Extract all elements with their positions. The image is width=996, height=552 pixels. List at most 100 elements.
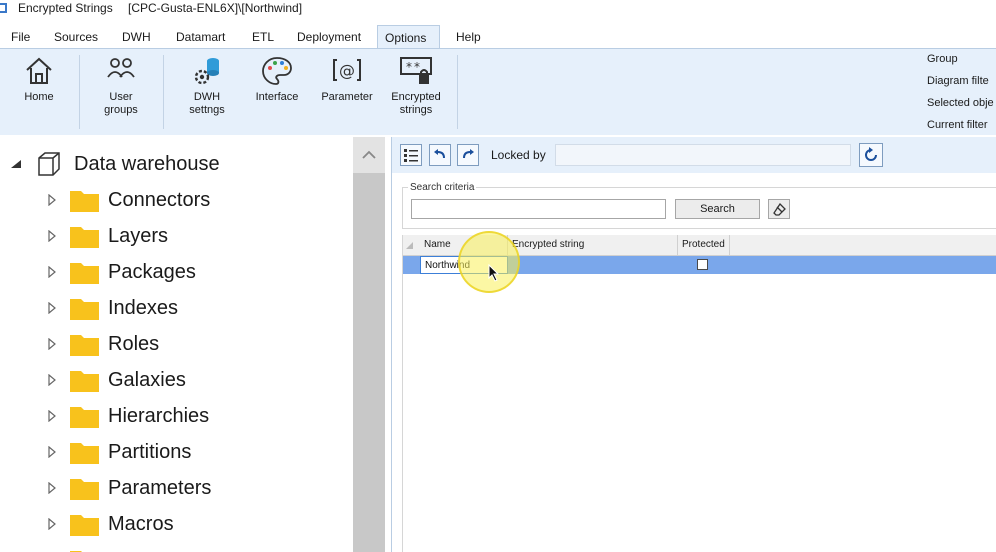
chevron-up-icon: [362, 150, 376, 159]
expand-arrow-icon[interactable]: [48, 446, 56, 458]
expand-arrow-icon[interactable]: [48, 302, 56, 314]
cube-icon: [38, 152, 60, 176]
grid-header: Name Encrypted string Protected: [403, 235, 996, 256]
home-icon: [26, 57, 52, 84]
redo-button[interactable]: [457, 144, 479, 166]
tree-item-label: Hierarchies: [108, 405, 210, 427]
tab-etl[interactable]: ETL: [245, 25, 281, 49]
tab-deployment[interactable]: Deployment: [290, 25, 368, 49]
home-button[interactable]: Home: [17, 55, 61, 104]
interface-button[interactable]: Interface: [252, 55, 302, 104]
folder-icon: [70, 191, 99, 212]
tree-item-label: Indexes: [108, 297, 179, 319]
title-bar: Encrypted Strings [CPC-Gusta-ENL6X]\[Nor…: [0, 0, 996, 22]
encrypted-strings-label: Encrypted strings: [391, 91, 441, 116]
parameter-icon: @: [333, 59, 361, 81]
undo-icon: [434, 149, 445, 159]
encrypted-strings-icon: * *: [400, 57, 432, 84]
eraser-icon: [773, 203, 786, 216]
selected-objects-option[interactable]: Selected obje: [927, 97, 994, 109]
tree-item-label: Partitions: [108, 441, 192, 463]
svg-text:@: @: [339, 61, 355, 80]
ribbon-separator: [457, 55, 458, 129]
tab-dwh[interactable]: DWH: [115, 25, 158, 49]
expand-arrow-icon[interactable]: [48, 482, 56, 494]
expand-arrow-icon[interactable]: [48, 374, 56, 386]
user-groups-label: User groups: [104, 91, 138, 116]
list-view-button[interactable]: [400, 144, 422, 166]
expand-arrow-icon[interactable]: [48, 518, 56, 530]
svg-text:*: *: [406, 60, 412, 74]
column-header-protected[interactable]: Protected: [678, 235, 730, 255]
tree-item-label: Layers: [108, 225, 169, 247]
expand-arrow-icon[interactable]: [48, 230, 56, 242]
parameter-button[interactable]: @ Parameter: [318, 55, 376, 104]
tab-datamart[interactable]: Datamart: [169, 25, 232, 49]
search-input[interactable]: [411, 199, 666, 219]
tree-scrollbar[interactable]: [353, 137, 385, 552]
mouse-pointer-icon: [488, 264, 500, 282]
app-icon: [0, 3, 7, 13]
ribbon: Home User groups DWH settngs Interface @…: [0, 48, 996, 135]
encrypted-strings-panel: Locked by Search criteria Search Name En…: [391, 137, 996, 552]
user-groups-button[interactable]: User groups: [99, 55, 143, 117]
folder-icon: [70, 299, 99, 320]
dwh-settings-button[interactable]: DWH settngs: [183, 55, 231, 117]
user-groups-icon: [107, 58, 135, 78]
locked-by-label: Locked by: [491, 148, 546, 162]
expand-arrow-icon[interactable]: [48, 410, 56, 422]
encrypted-strings-button[interactable]: * * Encrypted strings: [386, 55, 446, 117]
collapse-arrow-icon[interactable]: [10, 159, 22, 169]
refresh-icon: [865, 147, 877, 161]
expand-arrow-icon[interactable]: [48, 338, 56, 350]
column-header-encrypted-string[interactable]: Encrypted string: [508, 235, 678, 255]
tree-item-label: Parameters: [108, 477, 212, 499]
home-label: Home: [24, 91, 54, 103]
encrypted-string-cell[interactable]: [508, 256, 678, 274]
ribbon-separator: [163, 55, 164, 129]
encrypted-strings-grid: Name Encrypted string Protected Northwin…: [402, 235, 996, 552]
redo-icon: [463, 149, 474, 159]
search-criteria-title: Search criteria: [408, 182, 477, 193]
group-option[interactable]: Group: [927, 53, 958, 65]
window-path: [CPC-Gusta-ENL6X]\[Northwind]: [128, 1, 303, 15]
scroll-up-button[interactable]: [353, 137, 385, 173]
tree-item-label: Roles: [108, 333, 160, 355]
menu-bar: File Sources DWH Datamart ETL Deployment…: [0, 25, 996, 49]
folder-icon: [70, 371, 99, 392]
expand-arrow-icon[interactable]: [48, 266, 56, 278]
refresh-button[interactable]: [859, 143, 883, 167]
folder-icon: [70, 407, 99, 428]
tree-item-label: Connectors: [108, 189, 211, 211]
list-icon: [404, 149, 418, 162]
clear-search-button[interactable]: [768, 199, 790, 219]
undo-button[interactable]: [429, 144, 451, 166]
search-button[interactable]: Search: [675, 199, 760, 219]
expand-arrow-icon[interactable]: [48, 194, 56, 206]
window-title: Encrypted Strings: [18, 1, 113, 15]
protected-checkbox[interactable]: [697, 259, 708, 270]
palette-icon: [262, 57, 292, 85]
current-filter-option[interactable]: Current filter: [927, 119, 988, 131]
folder-icon: [70, 479, 99, 500]
folder-icon: [70, 551, 82, 552]
tab-help[interactable]: Help: [449, 25, 488, 49]
tab-options[interactable]: Options: [377, 25, 440, 49]
column-header-name[interactable]: Name: [420, 235, 508, 255]
tree-root-label: Data warehouse: [74, 153, 220, 175]
folder-icon: [70, 515, 99, 536]
object-tree: Data warehouse Connectors Layers Package…: [0, 137, 353, 552]
folder-icon: [70, 335, 99, 356]
folder-icon: [70, 443, 99, 464]
ribbon-separator: [79, 55, 80, 129]
dwh-settings-icon: [194, 58, 219, 85]
tree-item-label: Packages: [108, 261, 196, 283]
folder-icon: [70, 227, 99, 248]
panel-toolbar: Locked by: [392, 137, 996, 173]
diagram-filter-option[interactable]: Diagram filte: [927, 75, 989, 87]
tab-file[interactable]: File: [4, 25, 37, 49]
corner-triangle-icon: [406, 242, 413, 249]
interface-label: Interface: [255, 91, 299, 103]
tab-sources[interactable]: Sources: [47, 25, 105, 49]
parameter-label: Parameter: [321, 91, 373, 103]
